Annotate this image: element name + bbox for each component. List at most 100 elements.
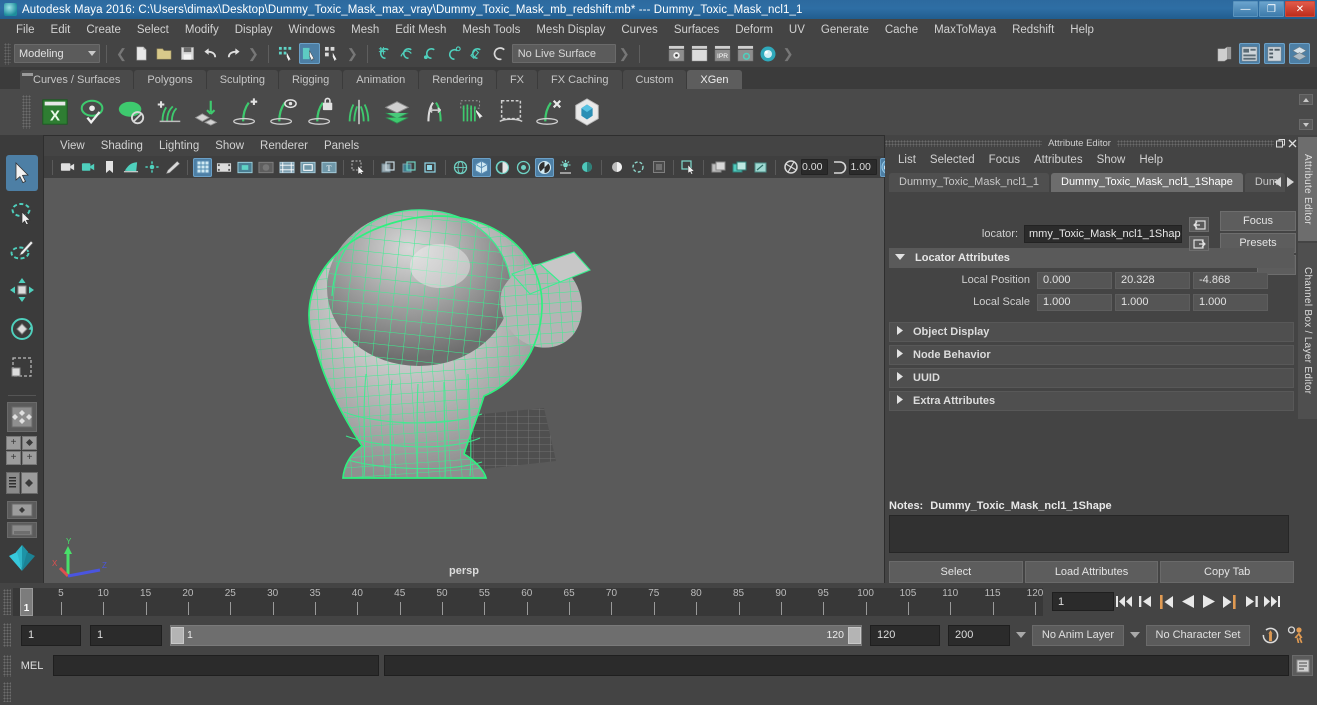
depth-of-field-icon[interactable] [649, 158, 668, 177]
vtab-channel-box-layer-editor[interactable]: Channel Box / Layer Editor [1298, 243, 1317, 419]
viewport-menu-panels[interactable]: Panels [316, 139, 367, 153]
menu-curves[interactable]: Curves [613, 22, 665, 38]
ae-menu-selected[interactable]: Selected [923, 153, 982, 167]
menu-modify[interactable]: Modify [177, 22, 227, 38]
outliner-persp-layout[interactable] [5, 468, 38, 498]
viewport-menu-lighting[interactable]: Lighting [151, 139, 207, 153]
xgen-add-description-icon[interactable] [152, 95, 186, 129]
shelf-tab-rendering[interactable]: Rendering [419, 70, 496, 89]
go-to-end-icon[interactable] [1262, 592, 1281, 612]
local-scale-z[interactable]: 1.000 [1193, 293, 1268, 311]
smooth-shade-all-icon[interactable] [472, 157, 491, 177]
select-button[interactable]: Select [889, 561, 1023, 583]
snap-to-point-icon[interactable] [421, 43, 442, 64]
snap-to-grid-icon[interactable] [375, 43, 396, 64]
xgen-groom-brush-icon[interactable] [456, 95, 490, 129]
copy-tab-button[interactable]: Copy Tab [1160, 561, 1295, 583]
render-settings-icon[interactable] [735, 43, 756, 64]
shelf-tab-fx[interactable]: FX [496, 70, 538, 89]
shadows-icon[interactable] [556, 158, 575, 177]
shaded-wireframe-icon[interactable] [493, 158, 512, 177]
four-pane-icon[interactable] [751, 158, 770, 177]
shelf-tab-rigging[interactable]: Rigging [278, 70, 343, 89]
object-display-section[interactable]: Object Display [889, 322, 1294, 342]
menu-uv[interactable]: UV [781, 22, 813, 38]
xgen-guide-lock-icon[interactable] [304, 95, 338, 129]
animation-end-field[interactable]: 200 [948, 624, 1010, 646]
menuset-select[interactable]: Modeling [14, 44, 100, 63]
shelf-grip[interactable] [22, 95, 31, 129]
tab-scroll-left-icon[interactable] [1274, 177, 1281, 187]
local-scale-y[interactable]: 1.000 [1115, 293, 1190, 311]
load-attributes-button[interactable]: Load Attributes [1024, 561, 1159, 583]
help-line-grip[interactable] [3, 682, 11, 702]
section-collapse-left-icon[interactable]: ❮ [116, 46, 127, 62]
select-by-object-icon[interactable] [298, 43, 320, 64]
motion-blur-icon[interactable] [607, 158, 626, 177]
xgen-add-guide-icon[interactable] [228, 95, 262, 129]
maximize-button[interactable]: ❐ [1259, 1, 1284, 17]
shelf-scroll-down-icon[interactable] [1299, 119, 1313, 130]
range-slider[interactable]: 1 120 [170, 624, 862, 646]
menu-create[interactable]: Create [78, 22, 129, 38]
gate-mask-icon[interactable] [256, 158, 275, 177]
snap-to-projected-center-icon[interactable] [444, 43, 465, 64]
shelf-tab-fx-caching[interactable]: FX Caching [538, 70, 622, 89]
viewport-menu-shading[interactable]: Shading [93, 139, 151, 153]
menu-display[interactable]: Display [227, 22, 281, 38]
shelf-tab-xgen[interactable]: XGen [687, 70, 742, 89]
xgen-render-icon[interactable] [570, 95, 604, 129]
xray-active-components-icon[interactable] [421, 158, 440, 177]
command-output-field[interactable] [384, 655, 1289, 676]
play-backwards-icon[interactable] [1178, 592, 1197, 612]
step-forward-keyframe-icon[interactable] [1241, 592, 1260, 612]
ipr-render-icon[interactable]: IPR [712, 43, 733, 64]
notes-textarea[interactable] [889, 515, 1289, 553]
single-perspective-layout[interactable] [6, 402, 37, 432]
ae-menu-list[interactable]: List [891, 153, 923, 167]
textured-icon[interactable] [514, 158, 533, 177]
resolution-gate-icon[interactable] [235, 158, 254, 177]
viewport-3d-canvas[interactable]: Y X Z persp [44, 178, 884, 583]
step-back-keyframe-icon[interactable] [1136, 592, 1155, 612]
film-gate-icon[interactable] [214, 158, 233, 177]
uuid-section[interactable]: UUID [889, 368, 1294, 388]
close-panel-icon[interactable] [1287, 138, 1298, 149]
select-by-hierarchy-icon[interactable] [276, 43, 297, 64]
menu-edit-mesh[interactable]: Edit Mesh [387, 22, 454, 38]
sidebar-toggle-icon[interactable] [1214, 43, 1235, 64]
step-forward-frame-icon[interactable] [1220, 592, 1239, 612]
bookmark-icon[interactable] [100, 158, 119, 177]
grid-toggle-icon[interactable] [193, 157, 212, 177]
multisample-aa-icon[interactable] [628, 158, 647, 177]
safe-action-icon[interactable] [298, 158, 317, 177]
go-to-start-icon[interactable] [1115, 592, 1134, 612]
shelf-tab-polygons[interactable]: Polygons [134, 70, 206, 89]
xgen-mirror-guides-icon[interactable] [342, 95, 376, 129]
command-line-grip[interactable] [3, 654, 11, 677]
camera-attributes-icon[interactable] [79, 158, 98, 177]
range-start-field[interactable]: 1 [90, 624, 162, 646]
menu-help[interactable]: Help [1062, 22, 1102, 38]
xgen-disable-preview-icon[interactable] [114, 95, 148, 129]
viewport-menu-show[interactable]: Show [207, 139, 252, 153]
viewport-menu-renderer[interactable]: Renderer [252, 139, 316, 153]
ae-menu-attributes[interactable]: Attributes [1027, 153, 1090, 167]
range-end-field[interactable]: 120 [870, 624, 940, 646]
snap-to-view-plane-icon[interactable] [467, 43, 488, 64]
channel-box-toggle-icon[interactable] [1264, 43, 1285, 64]
node-behavior-section[interactable]: Node Behavior [889, 345, 1294, 365]
shelf-tab-curves-surfaces[interactable]: Curves / Surfaces [20, 70, 134, 89]
previous-node-icon[interactable] [1189, 217, 1209, 232]
ae-menu-help[interactable]: Help [1132, 153, 1170, 167]
panel-drag-dots-left[interactable] [885, 139, 1043, 147]
shelf-tab-custom[interactable]: Custom [622, 70, 687, 89]
xgen-region-icon[interactable] [494, 95, 528, 129]
attribute-editor-toggle-icon[interactable] [1239, 43, 1260, 64]
local-position-z[interactable]: -4.868 [1193, 271, 1268, 289]
persp-graph-layout[interactable] [6, 501, 37, 519]
xgen-layers-icon[interactable] [380, 95, 414, 129]
time-slider-grip[interactable] [3, 588, 11, 615]
ae-tab-shape[interactable]: Dummy_Toxic_Mask_ncl1_1Shape [1051, 172, 1243, 192]
menu-select[interactable]: Select [129, 22, 177, 38]
